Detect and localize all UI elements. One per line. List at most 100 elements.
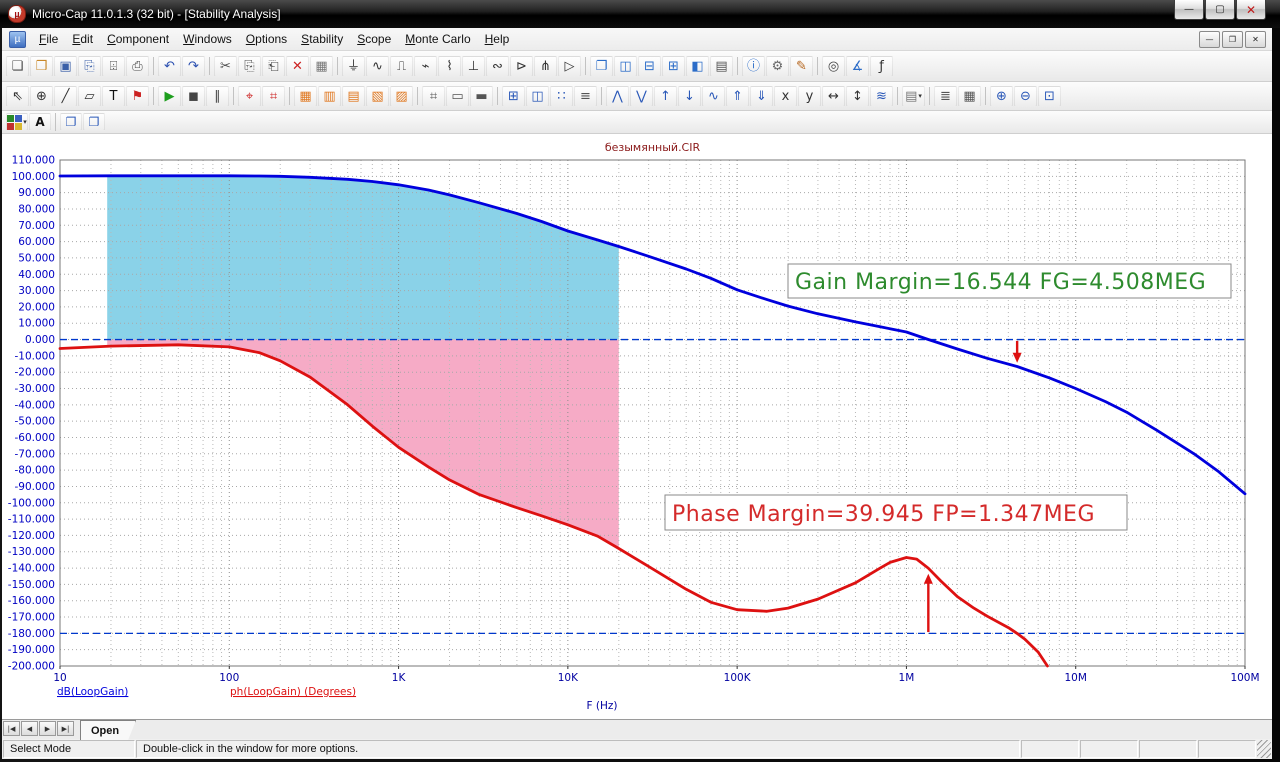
mdi-minimize-button[interactable]: — [1199,31,1220,48]
numeric-output-button[interactable]: ≣ [934,85,957,107]
battery-button[interactable]: ⌁ [414,55,437,77]
menu-component[interactable]: Component [100,29,176,49]
zoom-in-button[interactable]: ⊕ [990,85,1013,107]
title-bar[interactable]: µ Micro-Cap 11.0.1.3 (32 bit) - [Stabili… [0,0,1280,28]
three-d-windows-button[interactable]: ▦ [958,85,981,107]
prev-page-button[interactable]: ◀ [21,721,38,736]
run-button[interactable]: ▶ [158,85,181,107]
stability-plot[interactable]: Gain Margin=16.544 FG=4.508MEG Phase Marg… [2,134,1272,719]
redo-button[interactable]: ↷ [182,55,205,77]
open-file-button[interactable]: ❒ [30,55,53,77]
last-page-button[interactable]: ▶| [57,721,74,736]
waveform-buffer-button[interactable]: ▤ ▾ [902,85,925,107]
phase-curve-legend[interactable]: ph(LoopGain) (Degrees) [230,686,356,698]
stepping-button[interactable]: ▦ [310,55,333,77]
flag-mode-button[interactable]: ⚑ [126,85,149,107]
text-mode-button[interactable]: T [102,85,125,107]
menu-scope[interactable]: Scope [350,29,398,49]
document-icon[interactable]: µ [9,30,26,48]
print-preview-button[interactable]: ⌹ [102,55,125,77]
app-icon[interactable]: µ [8,5,26,23]
new-file-button[interactable]: ❏ [6,55,29,77]
close-button[interactable]: ✕ [1236,0,1266,20]
component-editor-button[interactable]: ⚙ [766,55,789,77]
inflection-button[interactable]: ∿ [702,85,725,107]
currents-button[interactable]: ▤ [342,85,365,107]
menu-monte-carlo[interactable]: Monte Carlo [398,29,477,49]
paste-button[interactable]: ⎗ [262,55,285,77]
transistor-button[interactable]: ⋔ [534,55,557,77]
add-scope-button[interactable]: ◫ [526,85,549,107]
delete-button[interactable]: ✕ [286,55,309,77]
properties-button[interactable]: ∡ [846,55,869,77]
tile-vertical-button[interactable]: ◫ [614,55,637,77]
low-button[interactable]: ↓ [678,85,701,107]
phase-margin-label[interactable]: Phase Margin=39.945 FP=1.347MEG [664,494,1128,531]
node-numbers-button[interactable]: ▦ [294,85,317,107]
tile-horizontal-button[interactable]: ⊟ [638,55,661,77]
mdi-restore-button[interactable]: ❐ [1222,31,1243,48]
ground-component-button[interactable]: ⏚ [342,55,365,77]
diode-button[interactable]: ⊳ [510,55,533,77]
global-high-button[interactable]: ⇑ [726,85,749,107]
copy-to-clipboard-button[interactable]: ❐ [60,113,82,131]
menu-file[interactable]: File [32,29,65,49]
gain-margin-label[interactable]: Gain Margin=16.544 FG=4.508MEG [787,263,1232,299]
gain-curve-legend[interactable]: dB(LoopGain) [57,686,128,698]
probe-current-button[interactable]: ⌗ [262,85,285,107]
maximize-button[interactable]: ▢ [1205,0,1235,20]
color-picker-button[interactable]: ▾ [6,113,28,131]
pause-button[interactable]: ∥ [206,85,229,107]
node-voltages-button[interactable]: ▥ [318,85,341,107]
grid-toggle-button[interactable]: ⌗ [422,85,445,107]
save-as-button[interactable]: ⎘ [78,55,101,77]
sine-source-button[interactable]: ∿ [366,55,389,77]
tag-horizontal-button[interactable]: ↔ [822,85,845,107]
cascade-windows-button[interactable]: ❐ [590,55,613,77]
component-mode-button[interactable]: ⊕ [30,85,53,107]
menu-options[interactable]: Options [239,29,294,49]
copy-window-button[interactable]: ❐ [83,113,105,131]
undo-button[interactable]: ↶ [158,55,181,77]
performance-tag-button[interactable]: ≋ [870,85,893,107]
first-page-button[interactable]: |◀ [3,721,20,736]
next-page-button[interactable]: ▶ [39,721,56,736]
cut-button[interactable]: ✂ [214,55,237,77]
graphics-mode-button[interactable]: ▱ [78,85,101,107]
go-to-x-button[interactable]: x [774,85,797,107]
global-low-button[interactable]: ⇓ [750,85,773,107]
properties-dialog-button[interactable]: ⊞ [502,85,525,107]
menu-help[interactable]: Help [478,29,517,49]
copy-button[interactable]: ⎘ [238,55,261,77]
go-to-y-button[interactable]: y [798,85,821,107]
data-points-button[interactable]: ∷ [550,85,573,107]
zoom-out-button[interactable]: ⊖ [1014,85,1037,107]
conditions-button[interactable]: ▨ [390,85,413,107]
tokens-button[interactable]: ≡ [574,85,597,107]
inductor-button[interactable]: ∾ [486,55,509,77]
powers-button[interactable]: ▧ [366,85,389,107]
mdi-close-button[interactable]: ✕ [1245,31,1266,48]
split-window-button[interactable]: ◧ [686,55,709,77]
tag-vertical-button[interactable]: ↕ [846,85,869,107]
peak-button[interactable]: ⋀ [606,85,629,107]
find-button[interactable]: ◎ [822,55,845,77]
stop-button[interactable]: ◼ [182,85,205,107]
probe-voltage-button[interactable]: ⌖ [238,85,261,107]
font-button[interactable]: A [29,113,51,131]
menu-stability[interactable]: Stability [294,29,350,49]
plot-window[interactable]: Gain Margin=16.544 FG=4.508MEG Phase Marg… [2,134,1272,719]
high-button[interactable]: ↑ [654,85,677,107]
wire-mode-button[interactable]: ╱ [54,85,77,107]
select-mode-button[interactable]: ⇖ [6,85,29,107]
print-button[interactable]: ⎙ [126,55,149,77]
shape-editor-button[interactable]: ✎ [790,55,813,77]
minimize-button[interactable]: — [1174,0,1204,20]
tab-open[interactable]: Open [80,720,136,740]
border-toggle-button[interactable]: ▭ [446,85,469,107]
valley-button[interactable]: ⋁ [630,85,653,107]
save-file-button[interactable]: ▣ [54,55,77,77]
resistor-button[interactable]: ⌇ [438,55,461,77]
zoom-select-button[interactable]: ⊡ [1038,85,1061,107]
menu-windows[interactable]: Windows [176,29,239,49]
